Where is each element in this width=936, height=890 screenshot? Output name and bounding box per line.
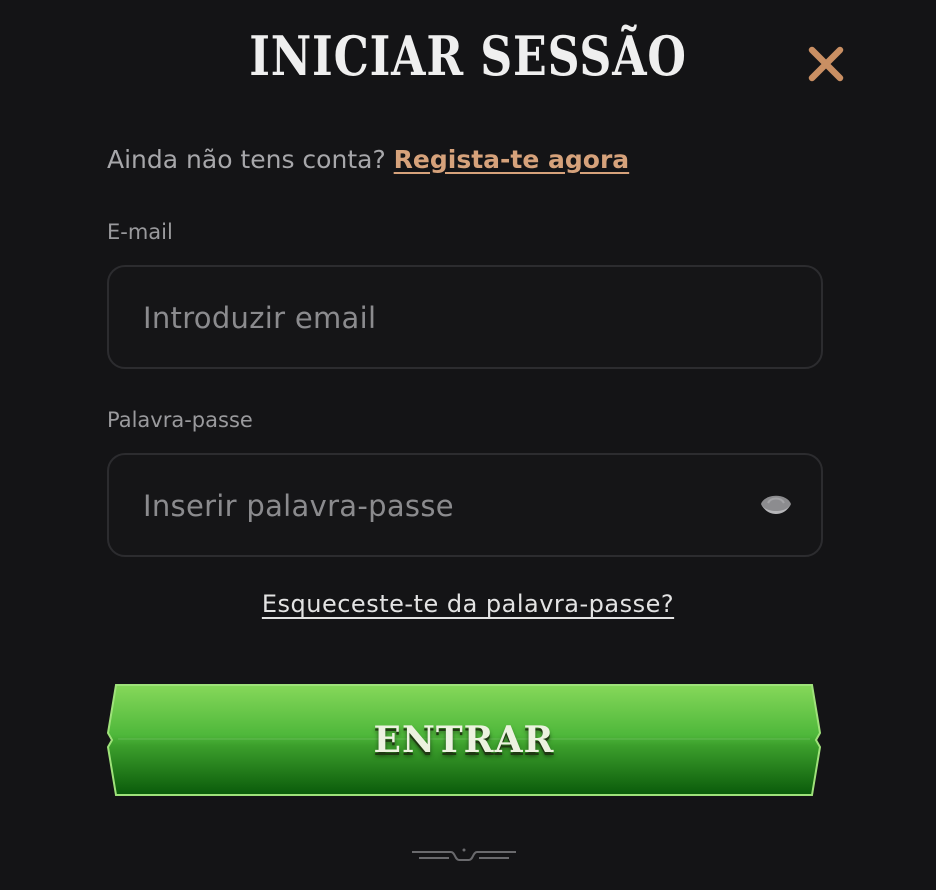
password-field[interactable] (141, 455, 745, 557)
signup-prompt: Ainda não tens conta? (107, 145, 386, 174)
close-icon (808, 46, 844, 82)
email-field[interactable] (141, 267, 745, 369)
password-field-container (107, 453, 823, 557)
forgot-password-row: Esqueceste-te da palavra-passe? (0, 590, 936, 618)
dialog-title: INICIAR SESSÃO (249, 24, 687, 88)
email-label: E-mail (107, 220, 173, 244)
eye-icon (761, 495, 791, 514)
signup-prompt-row: Ainda não tens conta? Regista-te agora (107, 142, 629, 178)
password-visibility-toggle[interactable] (759, 489, 793, 521)
close-button[interactable] (806, 44, 846, 84)
signup-link[interactable]: Regista-te agora (394, 145, 630, 174)
decorative-divider-icon (412, 848, 516, 861)
login-button-label: ENTRAR (373, 719, 555, 761)
email-field-container (107, 265, 823, 369)
password-label: Palavra-passe (107, 408, 253, 432)
login-button[interactable]: ENTRAR (106, 683, 822, 797)
forgot-password-link[interactable]: Esqueceste-te da palavra-passe? (262, 590, 674, 618)
